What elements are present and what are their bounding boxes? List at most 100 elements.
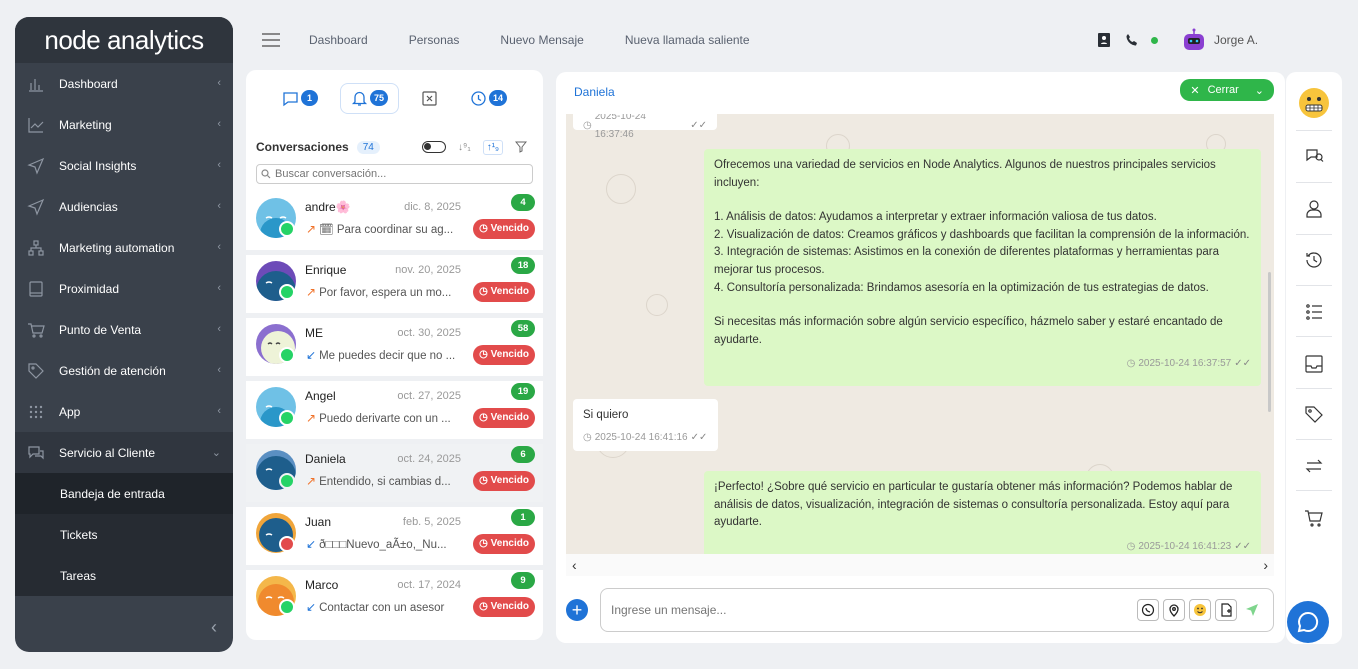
conversation-date: oct. 24, 2025 [397,453,461,465]
list-icon[interactable] [1304,302,1324,322]
conversation-date: oct. 27, 2025 [397,390,461,402]
unread-badge: 4 [511,194,535,211]
search-input[interactable] [275,168,515,180]
sort-desc-icon[interactable]: ↓⁹₁ [458,142,471,153]
sidebar-item-label: Social Insights [59,158,137,173]
status-badge: ◷ Vencido [473,219,535,239]
file-attach-icon[interactable] [1215,599,1237,621]
transfer-icon[interactable] [1304,456,1324,476]
tab-messages[interactable]: 1 [272,84,328,113]
inbox-icon[interactable] [1304,354,1324,374]
tag-icon[interactable] [1304,404,1324,424]
chat-contact-name[interactable]: Daniela [574,85,615,99]
sidebar-item-label: Proximidad [59,281,120,296]
sidebar-item-audiencias[interactable]: Audiencias ‹ [15,186,233,227]
conversation-item[interactable]: Angel oct. 27, 2025 ↗ Puedo derivarte con… [246,381,543,441]
vertical-scrollbar[interactable] [1268,272,1271,412]
conversation-item[interactable]: Juan feb. 5, 2025 ↙ ð□□□Nuevo_aÃ±o,_Nu...… [246,507,543,567]
chat-fab-button[interactable] [1287,601,1329,643]
contact-name: ME [305,326,323,340]
sidebar-item-gestion-de-atencion[interactable]: Gestión de atención ‹ [15,350,233,391]
composer-tools [1137,599,1263,621]
tab-closed[interactable] [411,84,448,113]
cart-icon[interactable] [1304,508,1324,528]
incoming-arrow-icon: ↙ [306,600,317,614]
top-link-personas[interactable]: Personas [409,33,460,47]
tab-notifications[interactable]: 75 [339,82,399,114]
conversation-search[interactable] [256,164,533,184]
sidebar-item-proximidad[interactable]: Proximidad ‹ [15,268,233,309]
conversations-header: Conversaciones 74 ↓⁹₁ ↑¹₉ [246,126,543,156]
chat-search-icon[interactable] [1304,146,1324,166]
conversations-panel: 1 75 14 Conversaciones 74 ↓⁹₁ ↑¹₉ Buscar… [246,70,543,640]
message-input[interactable] [611,603,1111,617]
sidebar-item-label: Dashboard [59,76,118,91]
conversation-item[interactable]: Marco oct. 17, 2024 ↙ Contactar con un as… [246,570,543,630]
sidebar-item-dashboard[interactable]: Dashboard ‹ [15,63,233,104]
sidebar-subitem-tareas[interactable]: Tareas [15,555,233,596]
user-name[interactable]: Jorge A. [1214,33,1258,47]
unread-badge: 58 [511,320,535,337]
location-pin-icon[interactable] [1163,599,1185,621]
phone-icon[interactable] [1125,33,1139,47]
sidebar-item-servicio-al-cliente[interactable]: Servicio al Cliente ⌄ [15,432,233,473]
clock-icon: ◷ [479,349,488,360]
chevron-left-icon: ‹ [217,282,221,294]
top-link-nuevo-mensaje[interactable]: Nuevo Mensaje [500,33,583,47]
sidebar-subitem-tickets[interactable]: Tickets [15,514,233,555]
sidebar-item-label: Marketing [59,117,112,132]
emoji-grin-icon[interactable] [1297,86,1331,120]
bell-icon [351,91,368,106]
conversation-item[interactable]: ME oct. 30, 2025 ↙ Me puedes decir que no… [246,318,543,378]
message-preview: ↗ Entendido, si cambias d... [306,474,451,488]
chat-messages: ◷ 2025-10-24 16:37:46 ✓✓ Ofrecemos una var… [566,114,1274,554]
conversation-item[interactable]: Daniela oct. 24, 2025 ↗ Entendido, si cam… [246,444,543,504]
sidebar-item-app[interactable]: App ‹ [15,391,233,432]
sort-asc-icon[interactable]: ↑¹₉ [482,139,503,155]
chevron-down-icon: ⌄ [211,447,221,459]
grid-dots-icon [29,405,43,418]
sidebar-item-label: Punto de Venta [59,322,142,337]
contact-name: Enrique [305,263,347,277]
contacts-book-icon[interactable] [1097,33,1111,47]
whatsapp-template-icon[interactable] [1137,599,1159,621]
message-text: Si necesitas más información sobre algún… [714,316,1223,346]
tab-pending[interactable]: 14 [460,84,517,113]
top-link-dashboard[interactable]: Dashboard [309,33,368,47]
toggle-switch[interactable] [422,141,447,153]
user-avatar-icon[interactable] [1180,28,1208,52]
double-check-icon: ✓✓ [690,431,708,443]
message-text: Si quiero [583,409,629,421]
collapse-sidebar-icon[interactable]: ‹ [211,617,217,638]
chevron-down-icon[interactable]: ⌄ [1255,84,1264,97]
double-check-icon: ✓✓ [1234,540,1251,552]
conversation-item[interactable]: andre🌸 dic. 8, 2025 ↗ 🗓 Para coordinar su… [246,192,543,252]
top-link-nueva-llamada[interactable]: Nueva llamada saliente [625,33,750,47]
scroll-right-icon[interactable]: › [1263,557,1268,573]
chevron-left-icon: ‹ [217,118,221,130]
history-icon[interactable] [1304,250,1324,270]
unread-badge: 19 [511,383,535,400]
cart-icon [28,322,45,338]
emoji-icon[interactable] [1189,599,1211,621]
conversation-tabs: 1 75 14 [246,70,543,126]
scroll-left-icon[interactable]: ‹ [572,557,577,573]
horizontal-scrollbar[interactable]: ‹ › [566,554,1274,576]
filter-icon[interactable] [515,141,527,153]
clock-icon: ◷ [479,601,488,612]
message-input-box[interactable] [600,588,1274,632]
user-icon[interactable] [1304,199,1324,219]
add-attachment-button[interactable]: + [566,599,588,621]
sidebar-item-marketing-automation[interactable]: Marketing automation ‹ [15,227,233,268]
sidebar-subitem-bandeja[interactable]: Bandeja de entrada [15,473,233,514]
hamburger-icon[interactable] [261,33,281,47]
conversation-item[interactable]: Enrique nov. 20, 2025 ↗ Por favor, espera… [246,255,543,315]
message-timestamp: ◷ 2025-10-24 16:37:57 ✓✓ [714,355,1251,373]
sidebar-item-punto-de-venta[interactable]: Punto de Venta ‹ [15,309,233,350]
sidebar: node analytics Dashboard ‹ Marketing ‹ Soc… [15,17,233,652]
sidebar-item-social-insights[interactable]: Social Insights ‹ [15,145,233,186]
conversations-title: Conversaciones [256,140,349,154]
sidebar-item-marketing[interactable]: Marketing ‹ [15,104,233,145]
send-icon[interactable] [1241,599,1263,621]
close-conversation-button[interactable]: ✕ Cerrar ⌄ [1180,79,1274,101]
